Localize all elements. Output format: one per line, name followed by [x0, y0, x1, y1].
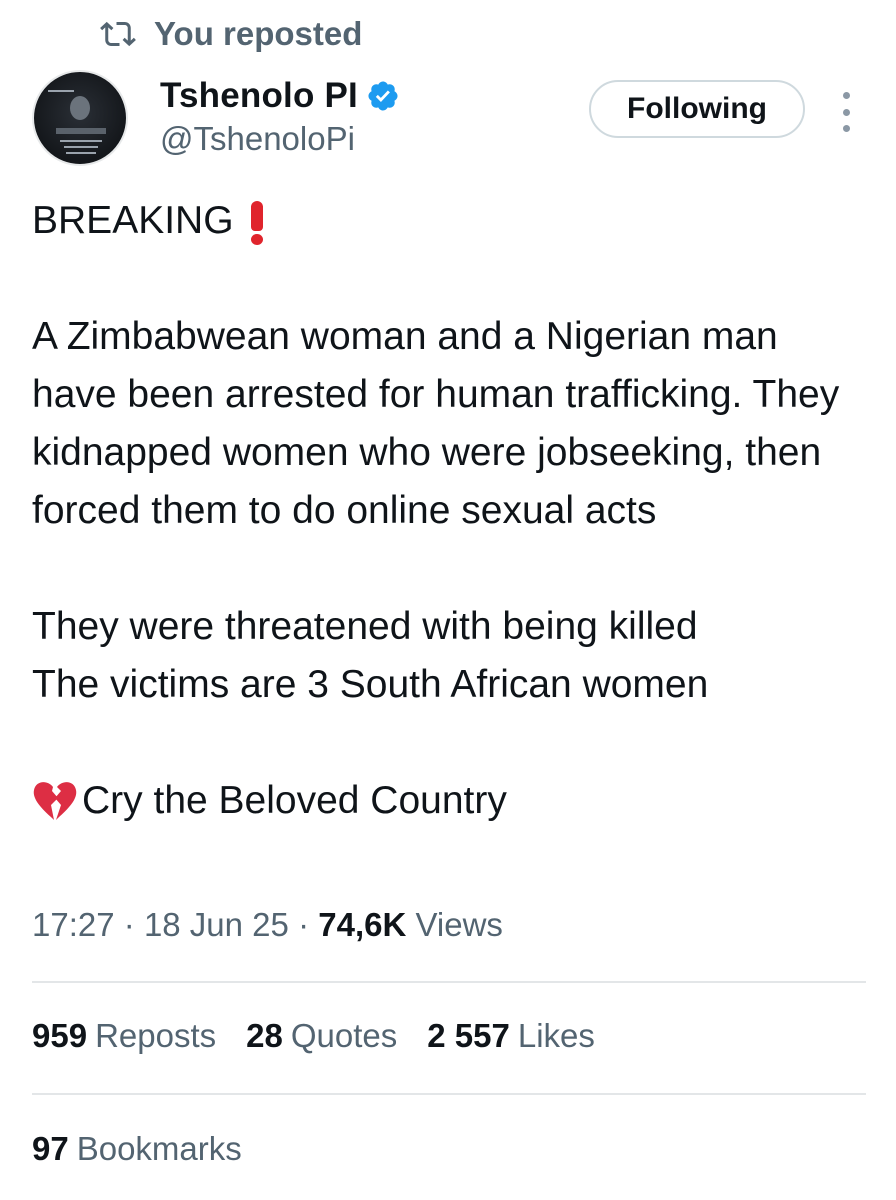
following-button[interactable]: Following — [589, 80, 805, 138]
divider — [32, 981, 866, 983]
likes-stat[interactable]: 2 557 Likes — [427, 1017, 595, 1055]
repost-icon — [100, 21, 136, 47]
broken-heart-icon — [33, 782, 77, 820]
quotes-label: Quotes — [290, 1017, 398, 1054]
divider — [32, 1093, 866, 1095]
meta-separator: · — [123, 906, 135, 943]
likes-count: 2 557 — [427, 1017, 510, 1054]
views-count: 74,6K — [318, 906, 407, 943]
tweet-date[interactable]: 18 Jun 25 — [144, 906, 289, 943]
tweet-closing-line: Cry the Beloved Country — [32, 772, 872, 830]
more-vertical-icon[interactable] — [834, 92, 858, 132]
tweet-paragraph-2-line-1: They were threatened with being killed — [32, 605, 698, 648]
red-exclamation-icon — [248, 199, 266, 245]
reposts-count: 959 — [32, 1017, 88, 1054]
engagement-stats: 959 Reposts 28 Quotes 2 557 Likes — [32, 1017, 625, 1055]
tweet-headline: BREAKING — [32, 199, 234, 242]
tweet-headline-line: BREAKING — [32, 192, 872, 250]
bookmarks-count: 97 — [32, 1130, 69, 1167]
repost-banner: You reposted — [100, 12, 362, 56]
repost-banner-text: You reposted — [154, 15, 363, 52]
author-handle[interactable]: @TshenoloPi — [160, 120, 355, 158]
views-label: Views — [415, 906, 503, 943]
tweet-text: BREAKING A Zimbabwean woman and a Nigeri… — [32, 192, 872, 830]
tweet-meta: 17:27 · 18 Jun 25 · 74,6K Views — [32, 906, 503, 944]
tweet-paragraph-1: A Zimbabwean woman and a Nigerian man ha… — [32, 315, 840, 532]
reposts-label: Reposts — [95, 1017, 217, 1054]
quotes-stat[interactable]: 28 Quotes — [246, 1017, 397, 1055]
avatar[interactable] — [32, 70, 128, 166]
bookmarks-stat[interactable]: 97 Bookmarks — [32, 1130, 242, 1168]
quotes-count: 28 — [246, 1017, 283, 1054]
author-name-row[interactable]: Tshenolo PI — [160, 70, 400, 122]
meta-separator: · — [298, 906, 310, 943]
bookmarks-label: Bookmarks — [76, 1130, 242, 1167]
verified-badge-icon — [368, 81, 398, 111]
tweet-paragraph-2-line-2: The victims are 3 South African women — [32, 663, 709, 706]
tweet-time[interactable]: 17:27 — [32, 906, 115, 943]
reposts-stat[interactable]: 959 Reposts — [32, 1017, 216, 1055]
author-display-name[interactable]: Tshenolo PI — [160, 76, 358, 116]
tweet-closing-text: Cry the Beloved Country — [82, 779, 507, 822]
likes-label: Likes — [517, 1017, 595, 1054]
